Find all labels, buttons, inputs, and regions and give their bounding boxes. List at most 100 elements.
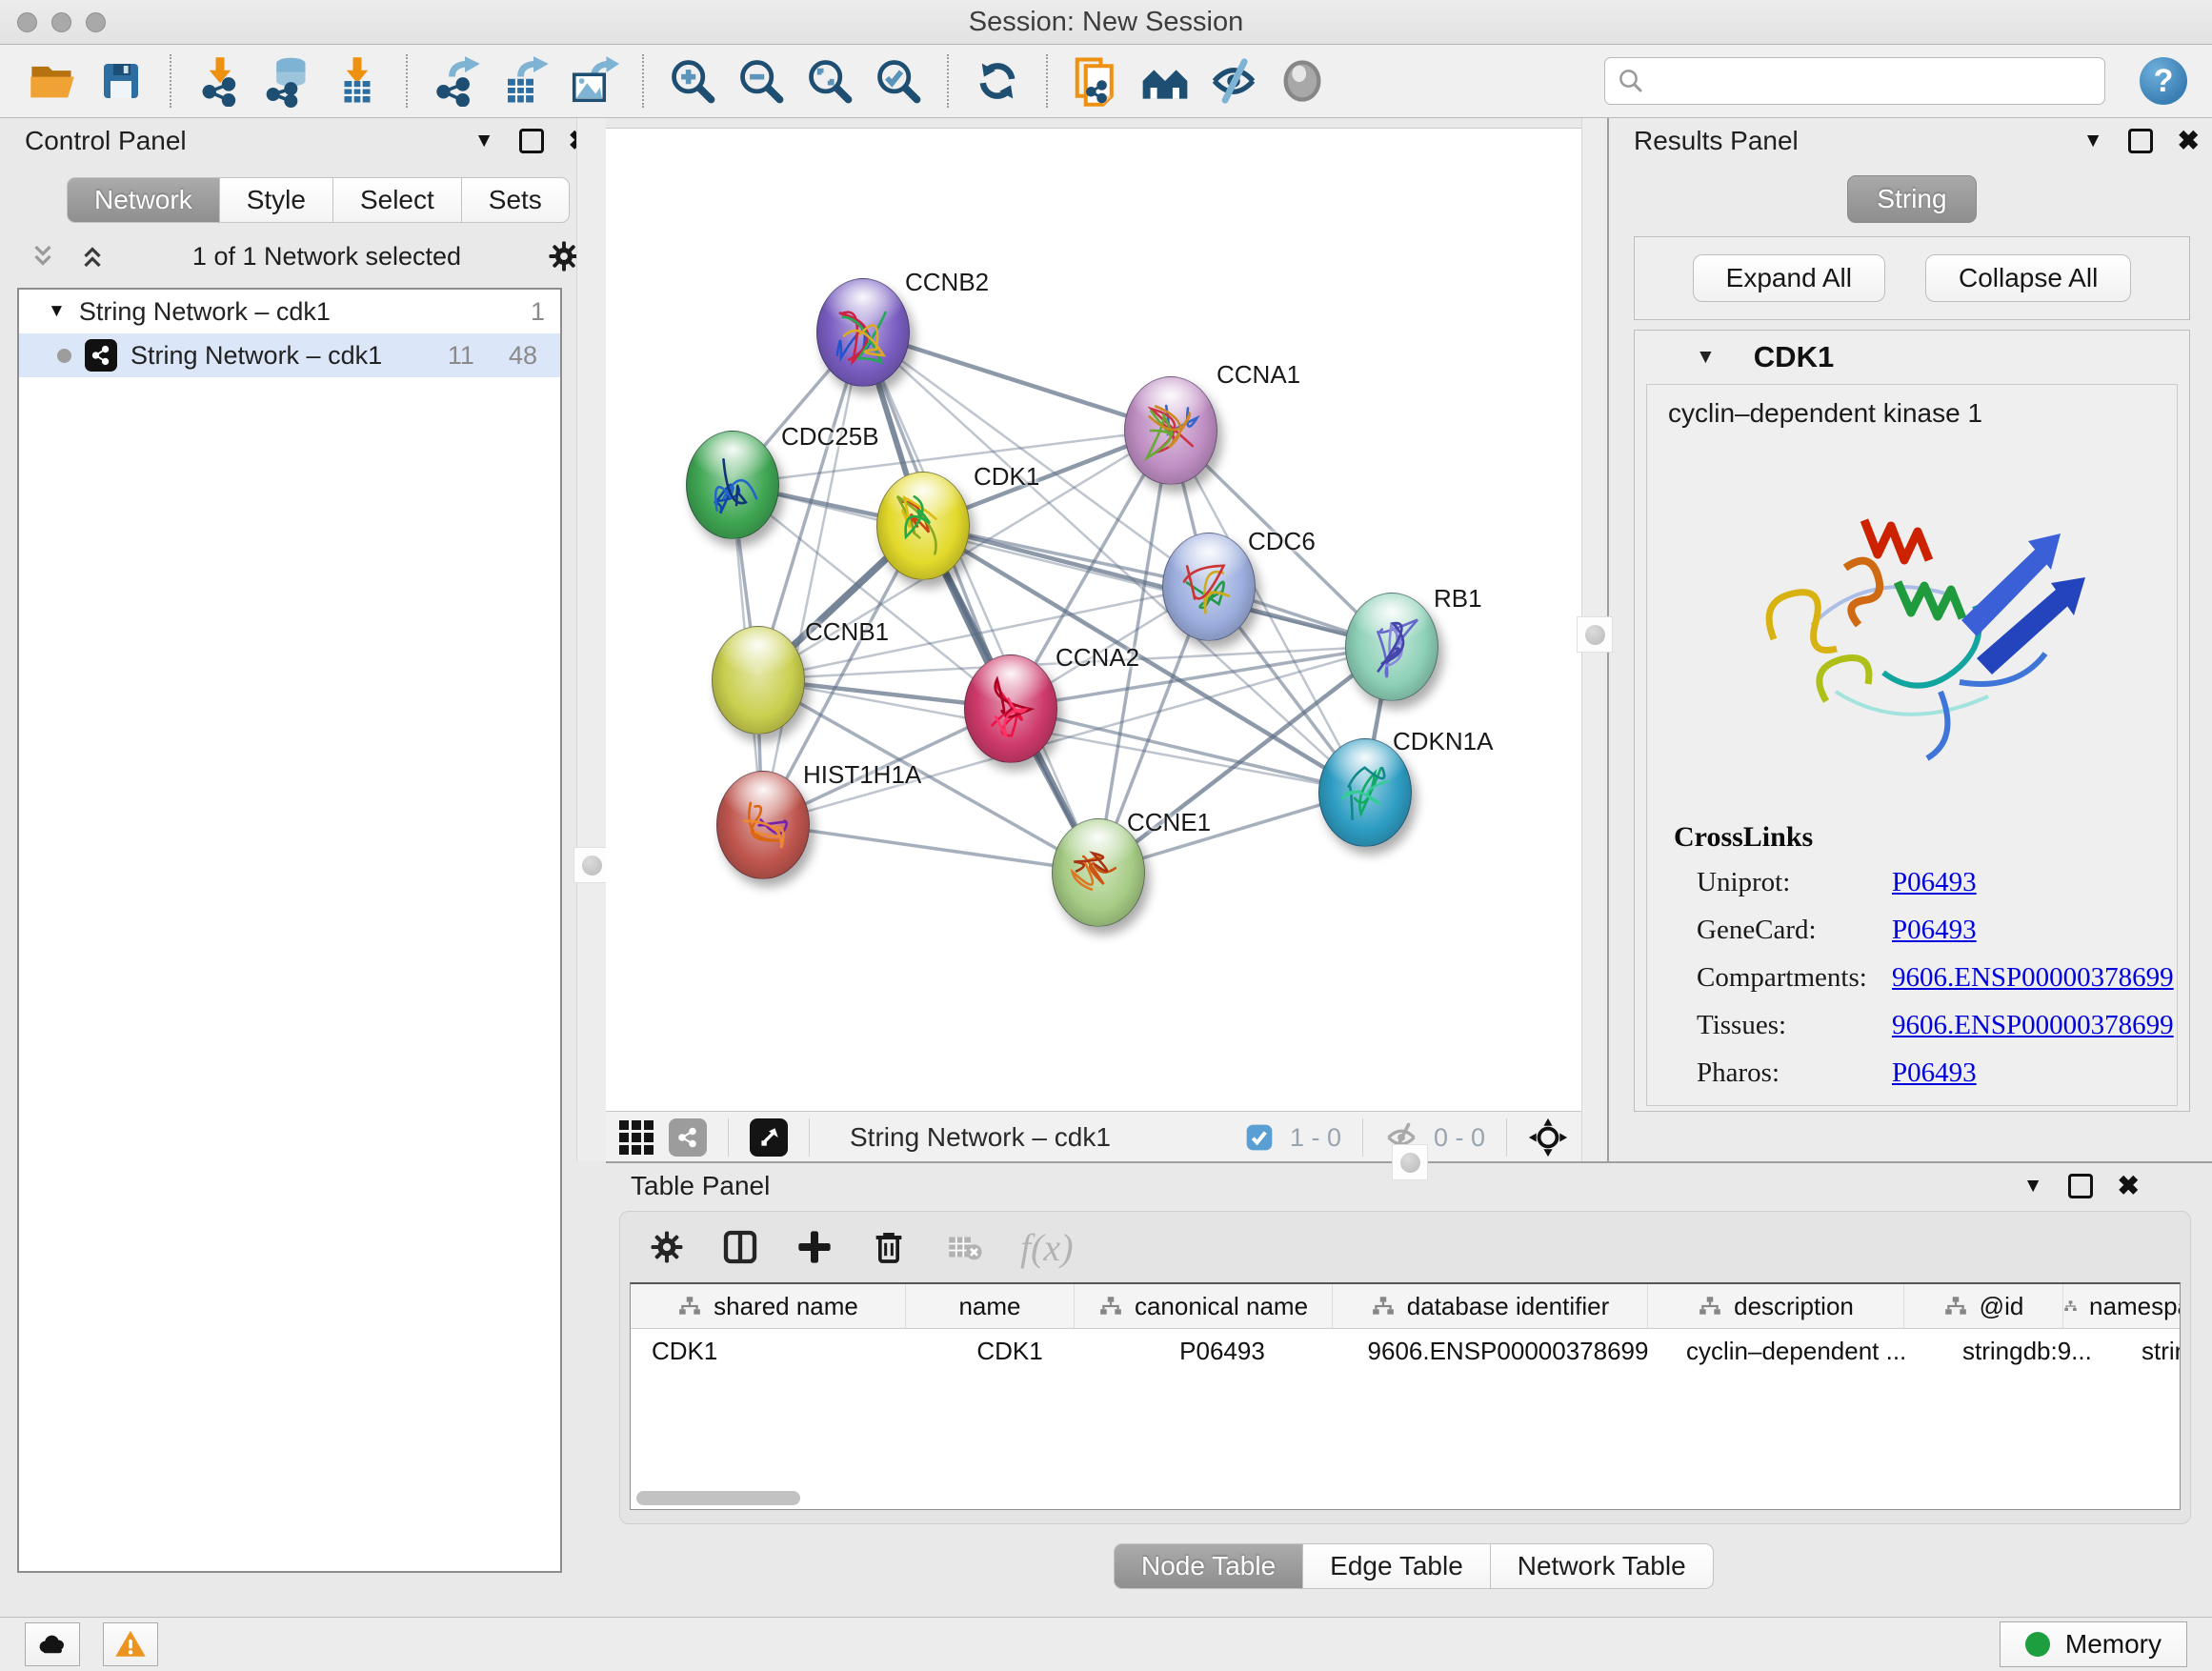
- network-node-rb1[interactable]: [1345, 593, 1438, 701]
- network-node-hist1h1a[interactable]: [716, 771, 810, 879]
- right-splitter[interactable]: [1581, 118, 1609, 1161]
- splitter-handle[interactable]: [1577, 616, 1613, 653]
- share-view-icon[interactable]: [669, 1118, 707, 1157]
- column-header-id[interactable]: @id: [1904, 1284, 2063, 1328]
- zoom-in-button[interactable]: [665, 53, 720, 109]
- expand-all-chevron-icon[interactable]: [78, 242, 107, 271]
- tab-edge-table[interactable]: Edge Table: [1303, 1543, 1491, 1589]
- export-network-button[interactable]: [429, 53, 484, 109]
- export-image-button[interactable]: [566, 53, 621, 109]
- tab-network[interactable]: Network: [67, 177, 220, 223]
- add-column-icon[interactable]: [795, 1228, 834, 1266]
- crosslink-link[interactable]: 9606.ENSP00000378699: [1892, 1010, 2174, 1041]
- crosslink-link[interactable]: 9606.ENSP00000378699: [1892, 962, 2174, 994]
- column-header-shared-name[interactable]: shared name: [631, 1284, 906, 1328]
- column-header-namespace[interactable]: namespac: [2063, 1284, 2181, 1328]
- entry-expander-icon[interactable]: ▼: [1696, 346, 1716, 369]
- network-node-ccna1[interactable]: [1124, 376, 1217, 485]
- zoom-selected-button[interactable]: [871, 53, 926, 109]
- network-collection-row[interactable]: ▼ String Network – cdk1 1: [19, 290, 560, 333]
- import-table-button[interactable]: [330, 53, 385, 109]
- show-all-button[interactable]: [1275, 53, 1330, 109]
- column-header-database-identifier[interactable]: database identifier: [1333, 1284, 1648, 1328]
- network-edge[interactable]: [862, 332, 1170, 430]
- tab-sets[interactable]: Sets: [462, 177, 570, 223]
- cell-id[interactable]: stringdb:9...: [1941, 1329, 2121, 1373]
- entry-header-cdk1[interactable]: ▼ CDK1: [1635, 331, 2189, 384]
- panel-menu-icon[interactable]: ▼: [2023, 1175, 2043, 1198]
- show-columns-icon[interactable]: [721, 1228, 759, 1266]
- delete-column-icon[interactable]: [870, 1228, 908, 1266]
- column-header-canonical-name[interactable]: canonical name: [1075, 1284, 1333, 1328]
- toolbar-search: [1604, 57, 2105, 105]
- network-node-ccnb2[interactable]: [816, 278, 910, 387]
- crosslink-link[interactable]: P06493: [1892, 867, 1977, 898]
- tree-expander-icon[interactable]: ▼: [48, 301, 66, 322]
- network-node-label: CCNA1: [1217, 360, 1300, 390]
- cell-database-identifier[interactable]: 9606.ENSP00000378699: [1351, 1329, 1665, 1373]
- refresh-button[interactable]: [970, 53, 1025, 109]
- collapse-all-chevron-icon[interactable]: [29, 242, 57, 271]
- zoom-fit-button[interactable]: [802, 53, 857, 109]
- expand-all-button[interactable]: Expand All: [1693, 254, 1885, 302]
- crosslink-link[interactable]: P06493: [1892, 915, 1977, 946]
- export-table-button[interactable]: [497, 53, 553, 109]
- import-network-file-button[interactable]: [192, 53, 248, 109]
- panel-float-icon[interactable]: [519, 129, 544, 153]
- cell-namespace[interactable]: stringdb: [2121, 1329, 2181, 1373]
- search-input[interactable]: [1653, 61, 2093, 101]
- panel-float-icon[interactable]: [2128, 129, 2153, 153]
- cell-canonical-name[interactable]: P06493: [1094, 1329, 1351, 1373]
- collapse-all-button[interactable]: Collapse All: [1925, 254, 2131, 302]
- panel-close-icon[interactable]: ✖: [2118, 1173, 2140, 1199]
- panel-close-icon[interactable]: ✖: [2178, 128, 2200, 154]
- tab-select[interactable]: Select: [333, 177, 462, 223]
- import-table-icon: [332, 55, 383, 107]
- tab-string[interactable]: String: [1847, 175, 1976, 223]
- grid-view-icon[interactable]: [619, 1120, 654, 1155]
- tab-network-table[interactable]: Network Table: [1491, 1543, 1714, 1589]
- home-networks-button[interactable]: [1137, 53, 1193, 109]
- hide-selected-button[interactable]: [1206, 53, 1261, 109]
- memory-button[interactable]: Memory: [2000, 1621, 2187, 1667]
- network-node-ccnb1[interactable]: [712, 626, 805, 735]
- network-node-cdk1[interactable]: [876, 472, 970, 580]
- tab-style[interactable]: Style: [220, 177, 333, 223]
- splitter-handle[interactable]: [1392, 1144, 1428, 1180]
- panel-menu-icon[interactable]: ▼: [474, 130, 494, 152]
- cloud-status-button[interactable]: [25, 1622, 80, 1666]
- network-document-button[interactable]: [1069, 53, 1124, 109]
- network-node-label: HIST1H1A: [803, 760, 921, 790]
- crosslink-link[interactable]: P06493: [1892, 1057, 1977, 1089]
- save-session-button[interactable]: [93, 53, 149, 109]
- table-row[interactable]: CDK1 CDK1 P06493 9606.ENSP00000378699 cy…: [631, 1329, 2180, 1373]
- column-header-name[interactable]: name: [906, 1284, 1075, 1328]
- column-header-description[interactable]: description: [1648, 1284, 1904, 1328]
- pan-crosshair-icon[interactable]: [1528, 1117, 1568, 1158]
- help-button[interactable]: ?: [2140, 57, 2187, 105]
- zoom-out-button[interactable]: [734, 53, 789, 109]
- network-node-cdc25b[interactable]: [686, 431, 779, 539]
- network-node-cdc6[interactable]: [1162, 533, 1256, 641]
- network-canvas[interactable]: CCNB2CCNA1CDC25BCDK1CDC6RB1CCNB1CCNA2CDK…: [606, 128, 1581, 1111]
- network-edge[interactable]: [762, 824, 1097, 872]
- horizontal-scrollbar[interactable]: [636, 1491, 800, 1505]
- cell-shared-name[interactable]: CDK1: [631, 1329, 926, 1373]
- cell-name[interactable]: CDK1: [926, 1329, 1094, 1373]
- open-session-button[interactable]: [25, 53, 80, 109]
- control-panel-header: Control Panel ▼ ✖: [0, 118, 606, 164]
- tab-node-table[interactable]: Node Table: [1114, 1543, 1303, 1589]
- cell-description[interactable]: cyclin–dependent ...: [1665, 1329, 1941, 1373]
- network-row-selected[interactable]: String Network – cdk1 11 48: [19, 333, 560, 377]
- import-network-database-button[interactable]: [261, 53, 316, 109]
- selected-checkbox-icon[interactable]: [1244, 1122, 1275, 1153]
- birds-eye-view-icon[interactable]: [750, 1118, 788, 1157]
- gear-icon[interactable]: [649, 1229, 685, 1265]
- left-splitter[interactable]: [576, 118, 606, 1161]
- panel-float-icon[interactable]: [2068, 1174, 2093, 1198]
- network-edge[interactable]: [862, 332, 1097, 872]
- network-node-ccna2[interactable]: [964, 654, 1057, 763]
- panel-menu-icon[interactable]: ▼: [2083, 130, 2103, 152]
- splitter-handle[interactable]: [573, 847, 610, 883]
- warnings-button[interactable]: [103, 1622, 158, 1666]
